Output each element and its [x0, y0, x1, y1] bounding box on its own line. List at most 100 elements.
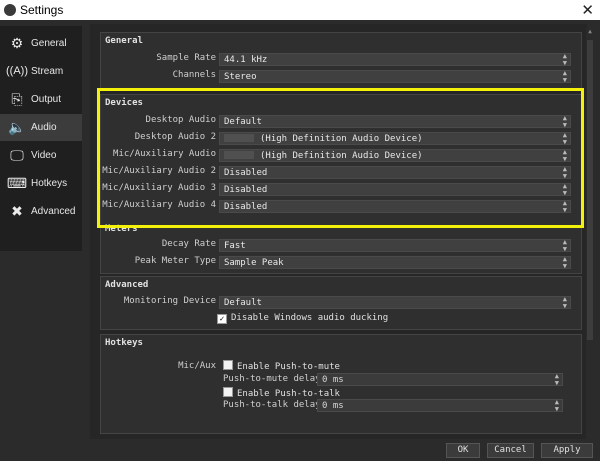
- sample-rate-value: 44.1 kHz: [224, 55, 268, 65]
- push-to-talk-delay-value: 0 ms: [322, 401, 344, 411]
- push-to-mute-delay-spinbox[interactable]: 0 ms ▲ ▼: [317, 372, 563, 387]
- redacted-device-name: [224, 151, 254, 159]
- sidebar-item-video[interactable]: 🖵 Video: [0, 142, 82, 169]
- mic-aux-audio-2-select[interactable]: Disabled ▲ ▼: [219, 165, 571, 180]
- sidebar-item-hotkeys[interactable]: ⌨ Hotkeys: [0, 170, 82, 197]
- disable-ducking-label: Disable Windows audio ducking: [231, 313, 389, 323]
- push-to-mute-checkbox[interactable]: Enable Push-to-mute: [223, 360, 340, 372]
- mic-aux-audio-3-label: Mic/Auxiliary Audio 3: [102, 183, 216, 193]
- sidebar-item-label: General: [31, 38, 67, 49]
- combo-arrows-icon: ▲ ▼: [562, 52, 567, 67]
- combo-arrows-icon: ▲ ▼: [562, 295, 567, 310]
- combo-arrows-icon: ▲ ▼: [562, 199, 567, 214]
- monitoring-device-value: Default: [224, 298, 262, 308]
- sidebar-item-advanced[interactable]: ✖ Advanced: [0, 198, 82, 225]
- peak-meter-label: Peak Meter Type: [134, 256, 216, 266]
- spin-arrows-icon: ▲ ▼: [554, 398, 559, 413]
- monitoring-device-label: Monitoring Device: [123, 296, 216, 306]
- push-to-talk-checkbox[interactable]: Enable Push-to-talk: [223, 387, 340, 399]
- desktop-audio-2-select[interactable]: (High Definition Audio Device) ▲ ▼: [219, 131, 571, 146]
- broadcast-icon: ((A)): [6, 65, 28, 77]
- sidebar-item-output[interactable]: ⎘ Output: [0, 86, 82, 113]
- mic-aux-audio-3-select[interactable]: Disabled ▲ ▼: [219, 182, 571, 197]
- push-to-mute-delay-value: 0 ms: [322, 375, 344, 385]
- combo-arrows-icon: ▲ ▼: [562, 148, 567, 163]
- mic-aux-audio-value: (High Definition Audio Device): [260, 151, 423, 161]
- desktop-audio-2-value: (High Definition Audio Device): [260, 134, 423, 144]
- cancel-button[interactable]: Cancel: [487, 443, 534, 458]
- combo-arrows-icon: ▲ ▼: [562, 69, 567, 84]
- speaker-icon: 🔈: [8, 119, 26, 135]
- group-title-devices: Devices: [105, 98, 143, 108]
- combo-arrows-icon: ▲ ▼: [562, 165, 567, 180]
- group-title-advanced: Advanced: [105, 280, 149, 290]
- sidebar-item-label: Stream: [31, 66, 64, 77]
- spin-arrows-icon: ▲ ▼: [554, 372, 559, 387]
- mic-aux-audio-4-select[interactable]: Disabled ▲ ▼: [219, 199, 571, 214]
- push-to-mute-label: Enable Push-to-mute: [237, 362, 340, 372]
- checkbox-unchecked-icon: [223, 387, 233, 397]
- close-icon[interactable]: ✕: [581, 1, 594, 19]
- checkbox-unchecked-icon: [223, 360, 233, 370]
- sidebar-item-general[interactable]: ⚙ General: [0, 30, 82, 57]
- redacted-device-name: [224, 134, 254, 142]
- disable-ducking-checkbox[interactable]: ✓ Disable Windows audio ducking: [217, 313, 388, 324]
- title-bar: Settings ✕: [0, 0, 600, 20]
- push-to-talk-delay-spinbox[interactable]: 0 ms ▲ ▼: [317, 398, 563, 413]
- sidebar-item-audio[interactable]: 🔈 Audio: [0, 114, 82, 141]
- desktop-audio-select[interactable]: Default ▲ ▼: [219, 114, 571, 129]
- combo-arrows-icon: ▲ ▼: [562, 255, 567, 270]
- sidebar-item-label: Hotkeys: [31, 178, 68, 189]
- push-to-talk-delay-label: Push-to-talk delay: [223, 400, 321, 410]
- sample-rate-select[interactable]: 44.1 kHz ▲ ▼: [219, 52, 571, 67]
- checkbox-checked-icon: ✓: [217, 314, 227, 324]
- audio-settings-panel: General Sample Rate 44.1 kHz ▲ ▼ Channels…: [90, 24, 587, 439]
- peak-meter-select[interactable]: Sample Peak ▲ ▼: [219, 255, 571, 270]
- group-title-meters: Meters: [105, 224, 138, 234]
- gear-icon: ⚙: [10, 35, 24, 51]
- decay-rate-value: Fast: [224, 241, 246, 251]
- keyboard-icon: ⌨: [6, 175, 28, 191]
- mic-aux-hotkey-label: Mic/Aux: [178, 361, 216, 371]
- push-to-talk-label: Enable Push-to-talk: [237, 389, 340, 399]
- apply-button[interactable]: Apply: [541, 443, 593, 458]
- mic-aux-audio-4-value: Disabled: [224, 202, 268, 212]
- output-icon: ⎘: [11, 91, 23, 107]
- monitoring-device-select[interactable]: Default ▲ ▼: [219, 295, 571, 310]
- channels-label: Channels: [172, 70, 216, 80]
- mic-aux-audio-2-label: Mic/Auxiliary Audio 2: [102, 166, 216, 176]
- sidebar-item-label: Video: [31, 150, 57, 161]
- scrollbar-thumb[interactable]: [587, 40, 593, 340]
- group-title-hotkeys: Hotkeys: [105, 338, 143, 348]
- peak-meter-value: Sample Peak: [224, 258, 284, 268]
- combo-arrows-icon: ▲ ▼: [562, 114, 567, 129]
- general-group: General Sample Rate 44.1 kHz ▲ ▼ Channels…: [100, 32, 582, 90]
- obs-logo-icon: [4, 4, 16, 16]
- push-to-mute-delay-label: Push-to-mute delay: [223, 374, 321, 384]
- meters-group: Meters Decay Rate Fast ▲ ▼ Peak Meter Typ…: [100, 224, 582, 274]
- ok-button[interactable]: OK: [446, 443, 480, 458]
- mic-aux-audio-label: Mic/Auxiliary Audio: [113, 149, 216, 159]
- combo-arrows-icon: ▲ ▼: [562, 238, 567, 253]
- mic-aux-audio-2-value: Disabled: [224, 168, 268, 178]
- sidebar-item-label: Advanced: [31, 206, 76, 217]
- sidebar-item-label: Audio: [31, 122, 57, 133]
- sample-rate-label: Sample Rate: [156, 53, 216, 63]
- desktop-audio-2-label: Desktop Audio 2: [134, 132, 216, 142]
- group-title-general: General: [105, 36, 143, 46]
- mic-aux-audio-select[interactable]: (High Definition Audio Device) ▲ ▼: [219, 148, 571, 163]
- decay-rate-select[interactable]: Fast ▲ ▼: [219, 238, 571, 253]
- desktop-audio-label: Desktop Audio: [145, 115, 216, 125]
- sidebar-item-stream[interactable]: ((A)) Stream: [0, 58, 82, 85]
- wrench-screwdriver-icon: ✖: [11, 203, 23, 219]
- channels-select[interactable]: Stereo ▲ ▼: [219, 69, 571, 84]
- mic-aux-audio-4-label: Mic/Auxiliary Audio 4: [102, 200, 216, 210]
- advanced-group: Advanced Monitoring Device Default ▲ ▼ ✓ D…: [100, 276, 582, 330]
- combo-arrows-icon: ▲ ▼: [562, 182, 567, 197]
- hotkeys-group: Hotkeys Mic/Aux Enable Push-to-mute Push…: [100, 334, 582, 434]
- monitor-icon: 🖵: [10, 147, 24, 163]
- scroll-up-arrow-icon[interactable]: ▲: [586, 28, 594, 36]
- combo-arrows-icon: ▲ ▼: [562, 131, 567, 146]
- window-title: Settings: [20, 3, 64, 17]
- desktop-audio-value: Default: [224, 117, 262, 127]
